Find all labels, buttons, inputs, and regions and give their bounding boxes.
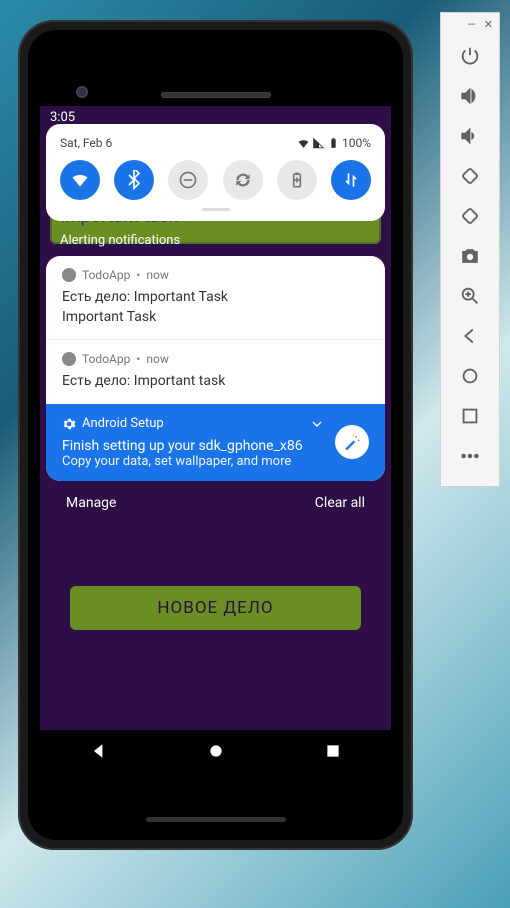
navigation-bar [40, 730, 391, 776]
overview-button[interactable] [450, 396, 490, 436]
qs-battery-saver-tile[interactable] [277, 160, 317, 200]
notification-title: Есть дело: Important Task [62, 288, 369, 308]
shade-footer: Manage Clear all [46, 481, 385, 525]
notification-time: now [146, 268, 169, 282]
qs-date: Sat, Feb 6 [60, 136, 112, 150]
notification-item[interactable]: TodoApp • now Есть дело: Important Task … [46, 256, 385, 339]
rotate-left-button[interactable] [450, 156, 490, 196]
home-button[interactable] [450, 356, 490, 396]
notification-app-name: TodoApp [82, 268, 130, 282]
battery-icon [327, 137, 340, 150]
status-clock: 3:05 [50, 110, 75, 125]
wifi-icon [297, 137, 310, 150]
qs-drag-handle[interactable] [202, 208, 230, 211]
chevron-down-icon[interactable] [309, 416, 325, 432]
notification-time: now [146, 352, 169, 366]
signal-icon [312, 137, 325, 150]
qs-dnd-tile[interactable] [168, 160, 208, 200]
back-button[interactable] [450, 316, 490, 356]
camera-dot [76, 86, 88, 98]
alerting-header: Alerting notifications [46, 221, 385, 256]
close-button[interactable]: ✕ [484, 19, 493, 30]
status-icons: 100% [297, 136, 371, 150]
device-screen: 3:05 Important task НОВОЕ ДЕЛО Sat, Feb … [40, 106, 391, 776]
minimize-button[interactable]: — [467, 19, 476, 30]
nav-overview-button[interactable] [324, 742, 342, 764]
nav-home-button[interactable] [207, 742, 225, 764]
battery-percent: 100% [342, 136, 371, 150]
setup-title: Finish setting up your sdk_gphone_x86 [62, 438, 325, 454]
emulator-toolbar: — ✕ [440, 12, 500, 487]
app-icon [62, 268, 76, 282]
earpiece [161, 92, 271, 98]
setup-body: Copy your data, set wallpaper, and more [62, 454, 325, 469]
notification-group: TodoApp • now Есть дело: Important Task … [46, 256, 385, 481]
manage-button[interactable]: Manage [66, 495, 116, 511]
qs-mobiledata-tile[interactable] [331, 160, 371, 200]
new-task-button[interactable]: НОВОЕ ДЕЛО [70, 586, 361, 630]
rotate-right-button[interactable] [450, 196, 490, 236]
phone-frame: 3:05 Important task НОВОЕ ДЕЛО Sat, Feb … [18, 20, 413, 850]
notification-title: Есть дело: Important task [62, 372, 369, 392]
volume-up-button[interactable] [450, 76, 490, 116]
notification-item[interactable]: TodoApp • now Есть дело: Important task [46, 339, 385, 404]
zoom-button[interactable] [450, 276, 490, 316]
setup-notification[interactable]: Android Setup Finish setting up your sdk… [46, 404, 385, 481]
quick-settings-panel: Sat, Feb 6 100% [46, 124, 385, 221]
notification-app-name: TodoApp [82, 352, 130, 366]
screenshot-button[interactable] [450, 236, 490, 276]
gear-icon [62, 417, 76, 431]
qs-wifi-tile[interactable] [60, 160, 100, 200]
wand-icon [335, 425, 369, 459]
bottom-speaker [146, 817, 286, 822]
notification-body: Important Task [62, 308, 369, 328]
app-icon [62, 352, 76, 366]
qs-autorotate-tile[interactable] [223, 160, 263, 200]
more-button[interactable] [450, 436, 490, 476]
qs-bluetooth-tile[interactable] [114, 160, 154, 200]
clear-all-button[interactable]: Clear all [315, 495, 365, 511]
setup-app-name: Android Setup [82, 416, 164, 431]
power-button[interactable] [450, 36, 490, 76]
nav-back-button[interactable] [90, 742, 108, 764]
volume-down-button[interactable] [450, 116, 490, 156]
notification-shade[interactable]: Sat, Feb 6 100% [46, 124, 385, 525]
emulator-window-controls: — ✕ [441, 19, 499, 36]
